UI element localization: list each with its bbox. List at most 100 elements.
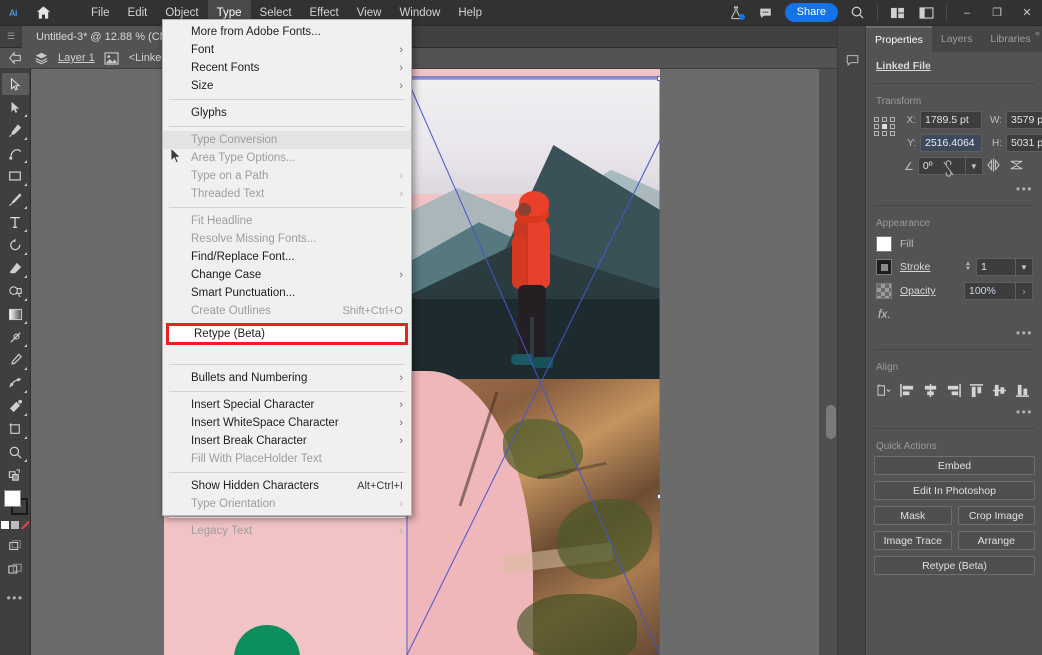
constrain-proportions-icon[interactable] — [942, 160, 955, 182]
type-menu-dropdown[interactable]: More from Adobe Fonts... Font› Recent Fo… — [162, 19, 412, 516]
fill-color-swatch[interactable] — [876, 236, 892, 252]
ref-dot[interactable] — [882, 131, 887, 136]
menu-item-recent-fonts[interactable]: Recent Fonts› — [163, 59, 411, 77]
search-icon[interactable] — [843, 0, 872, 26]
linked-image-object[interactable] — [407, 79, 660, 655]
menu-item-smart-punctuation[interactable]: Smart Punctuation... — [163, 284, 411, 302]
rotate-tool[interactable] — [2, 234, 29, 256]
type-tool[interactable] — [2, 211, 29, 233]
anchor-point[interactable] — [657, 494, 660, 499]
selection-arrow-icon[interactable] — [6, 49, 24, 67]
color-swatch-white[interactable] — [1, 521, 9, 529]
image-trace-button[interactable]: Image Trace — [874, 531, 952, 550]
layers-icon[interactable] — [32, 49, 50, 67]
home-icon[interactable] — [26, 0, 60, 26]
opacity-input[interactable]: 100% — [964, 282, 1016, 300]
color-swatch-gradient[interactable] — [11, 521, 19, 529]
stroke-weight-stepper[interactable]: ▲▼ — [965, 262, 974, 272]
tab-libraries[interactable]: Libraries — [981, 26, 1039, 52]
minimize-button[interactable]: – — [952, 0, 982, 26]
menu-help[interactable]: Help — [449, 0, 491, 26]
align-bottom-icon[interactable] — [1013, 381, 1032, 400]
ref-dot[interactable] — [890, 124, 895, 129]
menu-item-show-hidden-characters[interactable]: Show Hidden CharactersAlt+Ctrl+I — [163, 477, 411, 495]
arrange-button[interactable]: Arrange — [958, 531, 1036, 550]
ref-dot[interactable] — [882, 117, 887, 122]
menu-item-font[interactable]: Font› — [163, 41, 411, 59]
zoom-tool[interactable] — [2, 441, 29, 463]
crop-image-button[interactable]: Crop Image — [958, 506, 1036, 525]
color-swatch-none[interactable] — [21, 521, 29, 529]
tab-layers[interactable]: Layers — [932, 26, 982, 52]
puppet-warp-tool[interactable] — [2, 372, 29, 394]
ref-dot[interactable] — [890, 117, 895, 122]
transform-more-button[interactable]: ••• — [866, 181, 1042, 200]
eraser-tool[interactable] — [2, 257, 29, 279]
tab-grip-icon[interactable]: ☰ — [0, 26, 22, 48]
stroke-color-swatch[interactable] — [876, 259, 892, 275]
panel-collapse-handle[interactable] — [826, 405, 836, 439]
menu-item-insert-special-character[interactable]: Insert Special Character› — [163, 396, 411, 414]
linked-image-icon[interactable] — [103, 49, 121, 67]
align-left-icon[interactable] — [898, 381, 917, 400]
pen-tool[interactable] — [2, 119, 29, 141]
menu-edit[interactable]: Edit — [119, 0, 157, 26]
ref-dot[interactable] — [874, 117, 879, 122]
menu-item-retype-beta[interactable]: Retype (Beta) — [166, 323, 408, 345]
h-input[interactable]: 5031 pt — [1006, 134, 1042, 152]
ref-dot-selected[interactable] — [882, 124, 887, 129]
ref-dot[interactable] — [890, 131, 895, 136]
opacity-checker-swatch[interactable] — [876, 283, 892, 299]
menu-item-size[interactable]: Size› — [163, 77, 411, 95]
panel-collapse-icon[interactable]: « — [1035, 28, 1040, 38]
fill-stroke-swap-icon[interactable] — [2, 464, 29, 486]
screen-mode-icon[interactable] — [2, 535, 29, 557]
align-right-icon[interactable] — [944, 381, 963, 400]
align-more-button[interactable]: ••• — [866, 404, 1042, 423]
eyedropper-tool[interactable] — [2, 349, 29, 371]
menu-item-find-replace-font[interactable]: Find/Replace Font... — [163, 248, 411, 266]
ref-dot[interactable] — [874, 124, 879, 129]
w-input[interactable]: 3579 pt — [1006, 111, 1042, 129]
gradient-tool[interactable] — [2, 303, 29, 325]
fx-button[interactable]: fx. — [866, 303, 1042, 325]
green-circle-shape[interactable] — [234, 625, 300, 655]
flip-horizontal-icon[interactable] — [986, 158, 1001, 177]
selection-tool[interactable] — [2, 73, 29, 95]
curvature-tool[interactable] — [2, 142, 29, 164]
ref-dot[interactable] — [874, 131, 879, 136]
flask-beta-icon[interactable] — [722, 0, 751, 26]
mask-button[interactable]: Mask — [874, 506, 952, 525]
align-to-artboard-dropdown[interactable] — [875, 381, 894, 400]
reference-point-widget[interactable] — [874, 117, 896, 136]
close-button[interactable]: ✕ — [1012, 0, 1042, 26]
menu-item-bullets-and-numbering[interactable]: Bullets and Numbering› — [163, 369, 411, 387]
edit-in-photoshop-button[interactable]: Edit In Photoshop — [874, 481, 1035, 500]
rectangle-tool[interactable] — [2, 165, 29, 187]
menu-file[interactable]: File — [82, 0, 119, 26]
appearance-more-button[interactable]: ••• — [866, 325, 1042, 344]
retype-beta-button[interactable]: Retype (Beta) — [874, 556, 1035, 575]
anchor-point[interactable] — [657, 76, 660, 81]
stroke-weight-input[interactable]: 1 — [976, 258, 1016, 276]
arrange-windows-icon[interactable] — [2, 558, 29, 580]
share-button[interactable]: Share — [785, 3, 838, 22]
x-input[interactable]: 1789.5 pt — [920, 111, 982, 129]
menu-item-change-case[interactable]: Change Case› — [163, 266, 411, 284]
direct-selection-tool[interactable] — [2, 96, 29, 118]
arrange-documents-icon[interactable] — [883, 0, 912, 26]
width-tool[interactable] — [2, 326, 29, 348]
more-tools-button[interactable]: ••• — [2, 587, 29, 609]
fill-swatch[interactable] — [4, 490, 21, 507]
layer-name-label[interactable]: Layer 1 — [58, 52, 95, 64]
paintbrush-tool[interactable] — [2, 188, 29, 210]
restore-button[interactable]: ❐ — [982, 0, 1012, 26]
artboard-tool[interactable] — [2, 418, 29, 440]
flip-vertical-icon[interactable] — [1009, 158, 1024, 177]
align-horizontal-center-icon[interactable] — [921, 381, 940, 400]
menu-item-glyphs[interactable]: Glyphs — [163, 104, 411, 122]
align-vertical-center-icon[interactable] — [990, 381, 1009, 400]
embed-button[interactable]: Embed — [874, 456, 1035, 475]
comment-icon[interactable] — [751, 0, 780, 26]
workspace-switcher-icon[interactable] — [912, 0, 941, 26]
